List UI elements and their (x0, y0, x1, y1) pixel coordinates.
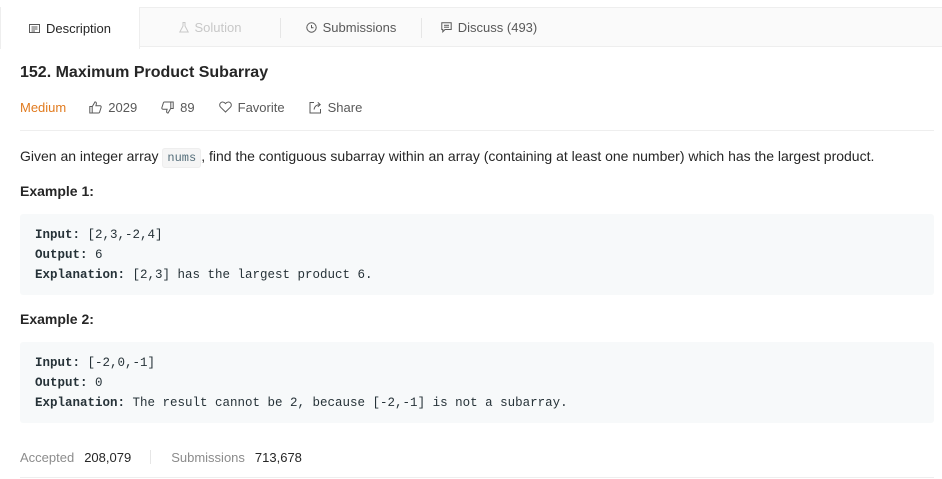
tab-discuss[interactable]: Discuss (493) (422, 7, 556, 48)
explanation-label: Explanation: (35, 268, 126, 282)
share-label: Share (327, 99, 363, 115)
like-button[interactable]: 2029 (89, 100, 137, 115)
output-value: 0 (87, 376, 103, 390)
output-label: Output: (35, 376, 88, 390)
dislike-count: 89 (180, 99, 195, 115)
thumbs-up-icon (89, 100, 102, 114)
submissions-value: 713,678 (254, 449, 302, 465)
clock-icon (305, 22, 317, 33)
tab-description-label: Description (45, 20, 112, 36)
divider (20, 130, 934, 131)
favorite-button[interactable]: Favorite (218, 99, 285, 115)
output-value: 6 (87, 248, 103, 262)
problem-title: 152. Maximum Product Subarray (20, 64, 269, 81)
tab-discuss-label: Discuss (493) (457, 20, 538, 35)
like-count: 2029 (108, 99, 138, 115)
flask-icon (178, 22, 189, 33)
problem-page: Description Solution Submissions Discuss… (0, 0, 942, 479)
example-1-block: Input: [2,3,-2,4] Output: 6 Explanation:… (20, 214, 934, 295)
explanation-value: [2,3] has the largest product 6. (125, 268, 373, 282)
problem-description: Given an integer array nums, find the co… (20, 146, 934, 168)
document-icon (28, 23, 40, 34)
example-1-title: Example 1: (20, 183, 94, 199)
explanation-label: Explanation: (35, 396, 126, 410)
description-text-start: Given an integer array (20, 148, 163, 164)
favorite-label: Favorite (237, 99, 285, 115)
share-button[interactable]: Share (309, 99, 363, 115)
inline-code-nums: nums (162, 148, 202, 168)
difficulty-badge: Medium (20, 99, 67, 115)
tab-solution-label: Solution (194, 20, 242, 35)
accepted-label: Accepted (20, 449, 75, 465)
description-text-end: , find the contiguous subarray within an… (201, 148, 875, 164)
heart-icon (218, 101, 232, 113)
example-2-block: Input: [-2,0,-1] Output: 0 Explanation: … (20, 342, 934, 423)
example-2-title: Example 2: (20, 311, 94, 327)
stats-separator (150, 450, 152, 464)
tab-submissions-label: Submissions (322, 20, 397, 35)
comment-icon (441, 22, 452, 33)
share-icon (309, 101, 322, 114)
output-label: Output: (35, 248, 88, 262)
submissions-label: Submissions (171, 449, 245, 465)
input-value: [2,3,-2,4] (80, 228, 163, 242)
input-value: [-2,0,-1] (80, 356, 156, 370)
submission-stats: Accepted 208,079 Submissions 713,678 (20, 448, 302, 466)
tab-description[interactable]: Description (0, 7, 140, 49)
tab-bar: Description Solution Submissions Discuss… (0, 7, 942, 49)
input-label: Input: (35, 228, 81, 242)
dislike-button[interactable]: 89 (161, 99, 195, 115)
input-label: Input: (35, 356, 81, 370)
explanation-value: The result cannot be 2, because [-2,-1] … (125, 396, 568, 410)
thumbs-down-icon (161, 101, 174, 114)
problem-meta: Medium 2029 89 Favorite Share (20, 97, 386, 117)
tab-submissions[interactable]: Submissions (281, 7, 421, 48)
tab-solution[interactable]: Solution (140, 7, 280, 48)
divider (20, 477, 934, 478)
accepted-value: 208,079 (84, 449, 132, 465)
